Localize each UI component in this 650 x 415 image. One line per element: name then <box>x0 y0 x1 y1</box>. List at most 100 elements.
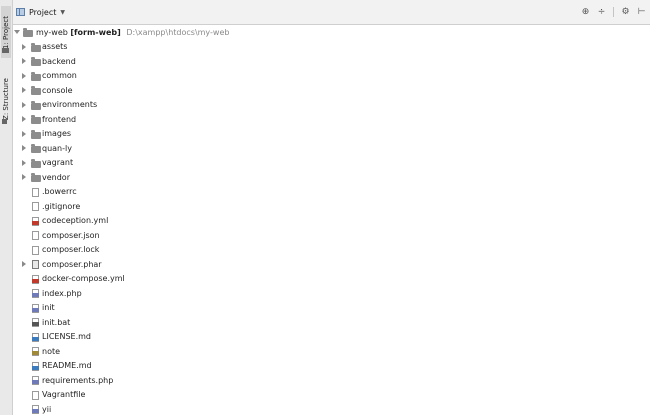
tree-file-row[interactable]: composer.phar <box>13 257 643 272</box>
folder-icon <box>31 115 41 124</box>
tree-item-label: images <box>42 129 72 139</box>
tree-file-row[interactable]: requirements.php <box>13 373 643 388</box>
file-icon <box>32 202 39 211</box>
root-name: my-web <box>36 27 68 37</box>
tree-item-label: console <box>42 85 73 95</box>
collapsed-arrow-icon[interactable] <box>22 58 26 64</box>
tree-item-label: note <box>42 346 61 356</box>
tree-file-row[interactable]: yii <box>13 402 643 415</box>
tree-item-label: requirements.php <box>42 375 114 385</box>
tree-folder-row[interactable]: frontend <box>13 112 643 127</box>
tree-item-label: backend <box>42 56 76 66</box>
folder-icon <box>31 173 41 182</box>
tree-file-row[interactable]: init.bat <box>13 315 643 330</box>
expanded-arrow-icon[interactable] <box>14 30 20 34</box>
chevron-down-icon[interactable]: ▼ <box>60 9 65 16</box>
folder-icon <box>31 71 41 81</box>
collapsed-arrow-icon[interactable] <box>22 130 26 137</box>
collapsed-arrow-icon[interactable] <box>22 145 26 151</box>
tree-item-label: common <box>42 71 77 81</box>
tree-item-label: frontend <box>42 114 77 124</box>
tree-item-label: init.bat <box>42 317 71 327</box>
tree-file-row[interactable]: composer.lock <box>13 243 643 258</box>
side-tab-structure-label: Z: Structure <box>2 78 10 120</box>
hide-icon[interactable]: ⊢ <box>637 7 646 17</box>
tree-folder-row[interactable]: environments <box>13 98 643 113</box>
tree-file-row[interactable]: composer.json <box>13 228 643 243</box>
collapsed-arrow-icon[interactable] <box>22 159 26 166</box>
tree-file-row[interactable]: codeception.yml <box>13 214 643 229</box>
file-type-badge <box>32 322 39 326</box>
file-type-badge <box>32 220 39 225</box>
target-icon[interactable]: ⊕ <box>581 7 590 17</box>
yml-file-icon <box>32 216 39 226</box>
php-file-icon <box>32 303 39 313</box>
project-header: Project ▼ ⊕ ÷ ⚙ ⊢ <box>13 0 650 25</box>
gear-icon[interactable]: ⚙ <box>621 7 630 17</box>
file-type-badge <box>32 351 39 355</box>
json-file-icon <box>32 231 39 240</box>
root-path: D:\xampp\htdocs\my-web <box>126 27 230 37</box>
tree-file-row[interactable]: index.php <box>13 286 643 301</box>
collapsed-arrow-icon[interactable] <box>22 87 26 93</box>
collapsed-arrow-icon[interactable] <box>22 101 26 108</box>
folder-icon <box>31 100 41 110</box>
file-type-badge <box>32 365 39 370</box>
tree-file-row[interactable]: .gitignore <box>13 199 643 214</box>
folder-icon <box>31 129 41 139</box>
file-type-badge <box>32 409 39 413</box>
folder-icon <box>31 57 41 66</box>
collapse-icon[interactable]: ÷ <box>597 7 606 17</box>
tree-file-row[interactable]: .bowerrc <box>13 185 643 200</box>
tree-folder-row[interactable]: vendor <box>13 170 643 185</box>
file-type-badge <box>32 278 39 283</box>
structure-side-icon <box>2 119 7 124</box>
folder-icon <box>23 28 33 37</box>
project-view-selector[interactable]: Project <box>29 8 56 17</box>
tree-folder-row[interactable]: assets <box>13 40 643 55</box>
tree-item-label: composer.phar <box>42 259 102 269</box>
php-file-icon <box>32 405 39 414</box>
tree-item-label: quan-ly <box>42 143 72 153</box>
file-type-badge <box>32 380 39 384</box>
md-file-icon <box>32 332 39 342</box>
tree-item-label: .gitignore <box>42 201 81 211</box>
tree-root-row[interactable]: my-web [form-web] D:\xampp\htdocs\my-web <box>13 25 643 40</box>
tree-item-label: composer.lock <box>42 245 100 255</box>
tree-folder-row[interactable]: quan-ly <box>13 141 643 156</box>
tree-file-row[interactable]: note <box>13 344 643 359</box>
tree-file-row[interactable]: LICENSE.md <box>13 330 643 345</box>
yml-file-icon <box>32 274 39 284</box>
tree-item-label: vendor <box>42 172 70 182</box>
root-module: [form-web] <box>70 27 121 37</box>
collapsed-arrow-icon[interactable] <box>22 116 26 122</box>
side-tab-structure[interactable]: Z: Structure <box>1 72 11 126</box>
tree-file-row[interactable]: docker-compose.yml <box>13 272 643 287</box>
tree-file-row[interactable]: init <box>13 301 643 316</box>
collapsed-arrow-icon[interactable] <box>22 43 26 50</box>
tree-item-label: assets <box>42 42 68 52</box>
file-icon <box>32 390 39 400</box>
file-icon <box>32 187 39 197</box>
text-file-icon <box>32 347 39 356</box>
folder-icon <box>31 86 41 95</box>
project-tool-window: 1: Project Z: Structure Project ▼ ⊕ ÷ ⚙ … <box>0 0 650 415</box>
collapsed-arrow-icon[interactable] <box>22 72 26 79</box>
tree-item-label: docker-compose.yml <box>42 274 125 284</box>
collapsed-arrow-icon[interactable] <box>22 261 26 267</box>
project-tree: my-web [form-web] D:\xampp\htdocs\my-web… <box>13 25 643 415</box>
tree-file-row[interactable]: README.md <box>13 359 643 374</box>
tree-item-label: init <box>42 303 55 313</box>
tree-folder-row[interactable]: backend <box>13 54 643 69</box>
collapsed-arrow-icon[interactable] <box>22 174 26 180</box>
tree-folder-row[interactable]: images <box>13 127 643 142</box>
tree-folder-row[interactable]: vagrant <box>13 156 643 171</box>
tree-folder-row[interactable]: console <box>13 83 643 98</box>
project-view-icon <box>16 8 25 16</box>
tree-file-row[interactable]: Vagrantfile <box>13 388 643 403</box>
tree-folder-row[interactable]: common <box>13 69 643 84</box>
file-type-badge <box>32 293 39 297</box>
file-type-badge <box>32 336 39 341</box>
folder-icon <box>31 42 41 52</box>
tree-item-label: LICENSE.md <box>42 332 91 342</box>
